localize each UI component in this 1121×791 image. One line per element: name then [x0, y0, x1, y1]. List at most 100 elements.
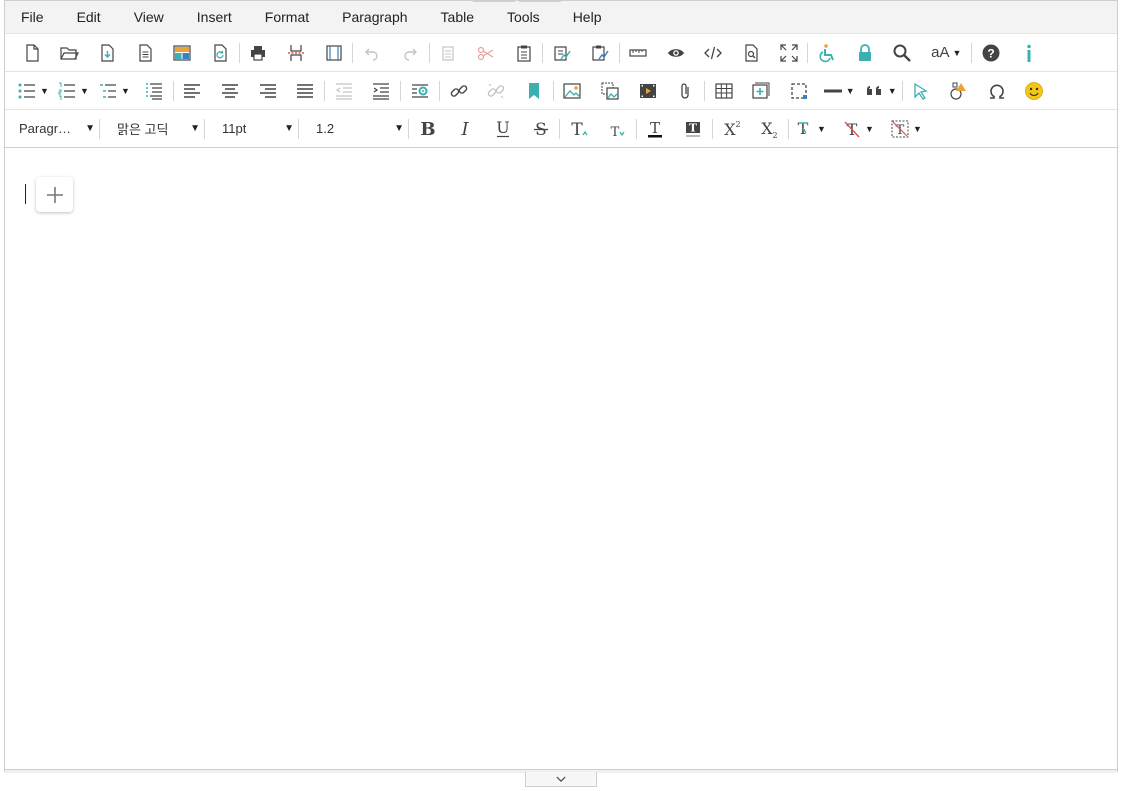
svg-text:2: 2 [773, 131, 778, 139]
chevron-down-icon: ▼ [887, 85, 897, 96]
shapes-icon[interactable] [940, 76, 978, 106]
print-icon[interactable] [240, 38, 278, 68]
svg-text:B: B [420, 119, 435, 139]
preview-icon[interactable] [657, 38, 695, 68]
subscript-icon[interactable]: X2 [750, 114, 788, 144]
image-icon[interactable] [554, 76, 592, 106]
font-size-icon[interactable]: aA ▼ [921, 38, 971, 68]
paste-icon[interactable] [505, 38, 543, 68]
font-family-select[interactable]: 맑은 고딕 ▼ [100, 116, 204, 142]
attachment-icon[interactable] [666, 76, 704, 106]
new-document-icon[interactable] [13, 38, 51, 68]
svg-text:I: I [461, 119, 470, 139]
align-right-icon[interactable] [249, 76, 287, 106]
align-justify-icon[interactable] [286, 76, 324, 106]
outdent-icon[interactable] [325, 76, 363, 106]
unlink-icon[interactable] [477, 76, 515, 106]
select-pointer-icon[interactable] [903, 76, 941, 106]
svg-text:T: T [689, 121, 698, 134]
format-painter-icon[interactable]: T▼ [789, 114, 831, 144]
quick-insert-button[interactable] [36, 177, 73, 212]
insert-box-icon[interactable] [743, 76, 781, 106]
emoji-icon[interactable] [1015, 76, 1053, 106]
blockquote-icon[interactable]: ▼ [860, 76, 902, 106]
font-size-select[interactable]: 11pt ▼ [205, 116, 298, 142]
page-setup-icon[interactable] [315, 38, 353, 68]
superscript-icon[interactable]: X2 [713, 114, 751, 144]
bold-icon[interactable]: B [409, 114, 447, 144]
align-left-icon[interactable] [174, 76, 212, 106]
svg-text:?: ? [987, 46, 994, 60]
menu-format[interactable]: Format [255, 1, 319, 33]
ruler-icon[interactable] [620, 38, 658, 68]
numbered-list-icon[interactable]: ▼ [53, 76, 93, 106]
highlight-icon[interactable]: T [674, 114, 712, 144]
info-icon[interactable] [1010, 38, 1048, 68]
redo-icon[interactable] [391, 38, 429, 68]
paste-word-icon[interactable] [581, 38, 619, 68]
undo-icon[interactable] [353, 38, 391, 68]
menu-tools[interactable]: Tools [497, 1, 550, 33]
font-increase-icon[interactable]: T [560, 114, 598, 144]
outline-icon[interactable] [135, 76, 173, 106]
top-tab-indicator-right [519, 0, 561, 2]
open-folder-icon[interactable] [51, 38, 89, 68]
indent-icon[interactable] [363, 76, 401, 106]
paste-text-icon[interactable] [543, 38, 581, 68]
line-height-select[interactable]: 1.2 ▼ [299, 116, 408, 142]
menu-insert[interactable]: Insert [187, 1, 242, 33]
paragraph-style-select[interactable]: Paragr… ▼ [13, 116, 99, 142]
accessibility-icon[interactable] [808, 38, 846, 68]
menu-paragraph[interactable]: Paragraph [332, 1, 417, 33]
table-icon[interactable] [705, 76, 743, 106]
plus-icon [46, 186, 63, 203]
align-center-icon[interactable] [211, 76, 249, 106]
menu-view[interactable]: View [124, 1, 174, 33]
horizontal-line-icon[interactable]: ▼ [818, 76, 860, 106]
document-editing-area[interactable] [5, 148, 1117, 769]
paragraph-settings-icon[interactable] [401, 76, 439, 106]
italic-icon[interactable]: I [447, 114, 485, 144]
link-icon[interactable] [440, 76, 478, 106]
lock-icon[interactable] [846, 38, 884, 68]
source-code-icon[interactable] [695, 38, 733, 68]
toolbar-row-2: ▼ ▼ ▼ ▼ ▼ [5, 71, 1117, 109]
expand-toggle-button[interactable] [525, 772, 597, 787]
help-icon[interactable]: ? [972, 38, 1010, 68]
copy-icon[interactable] [430, 38, 468, 68]
toolbar-row-3: Paragr… ▼ 맑은 고딕 ▼ 11pt ▼ 1.2 ▼ B I U S T T T… [5, 109, 1117, 148]
chevron-down-icon: ▼ [912, 123, 922, 134]
menu-file[interactable]: File [11, 1, 54, 33]
clear-format-icon[interactable]: T▼ [831, 114, 885, 144]
clear-all-format-icon[interactable]: T ▼ [885, 114, 927, 144]
template-icon[interactable] [126, 38, 164, 68]
chevron-down-icon: ▼ [816, 123, 826, 134]
svg-text:T: T [650, 119, 660, 137]
save-icon[interactable] [88, 38, 126, 68]
strikethrough-icon[interactable]: S [522, 114, 560, 144]
chevron-down-icon: ▼ [845, 85, 855, 96]
layout-icon[interactable] [163, 38, 201, 68]
bullet-list-icon[interactable]: ▼ [13, 76, 53, 106]
editor-frame: File Edit View Insert Format Paragraph T… [4, 0, 1118, 773]
image-edit-icon[interactable] [591, 76, 629, 106]
text-color-icon[interactable]: T [637, 114, 675, 144]
bookmark-icon[interactable] [515, 76, 553, 106]
menu-help[interactable]: Help [563, 1, 612, 33]
cut-icon[interactable] [467, 38, 505, 68]
menu-table[interactable]: Table [431, 1, 484, 33]
restore-icon[interactable] [201, 38, 239, 68]
menu-edit[interactable]: Edit [67, 1, 111, 33]
fullscreen-icon[interactable] [770, 38, 808, 68]
svg-text:U: U [496, 119, 509, 137]
chevron-down-icon: ▼ [121, 85, 130, 96]
multilevel-list-icon[interactable]: ▼ [93, 76, 135, 106]
search-icon[interactable] [884, 38, 922, 68]
omega-icon[interactable] [978, 76, 1016, 106]
underline-icon[interactable]: U [484, 114, 522, 144]
page-break-icon[interactable] [277, 38, 315, 68]
find-page-icon[interactable] [732, 38, 770, 68]
video-icon[interactable] [629, 76, 667, 106]
font-decrease-icon[interactable]: T [598, 114, 636, 144]
select-region-icon[interactable] [780, 76, 818, 106]
